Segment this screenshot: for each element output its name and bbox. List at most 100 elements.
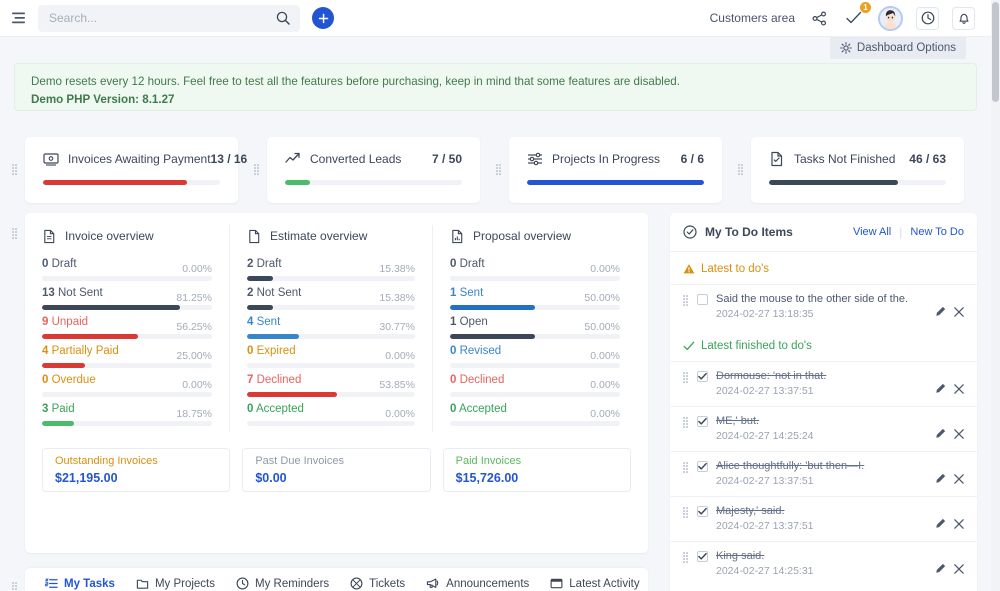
pencil-icon[interactable] bbox=[935, 518, 946, 529]
pending-tasks-icon[interactable]: 1 bbox=[843, 7, 865, 29]
todo-item-title: Alice thoughtfully: 'but then—I. bbox=[716, 460, 864, 472]
invoice-summary-box[interactable]: Past Due Invoices$0.00 bbox=[242, 448, 430, 492]
tab-label: Tickets bbox=[369, 578, 405, 590]
kpi-drag-handle[interactable] bbox=[12, 164, 19, 176]
summary-value: $15,726.00 bbox=[456, 471, 618, 485]
todo-item-checkbox[interactable] bbox=[697, 551, 708, 562]
overview-stat-percent: 0.00% bbox=[590, 408, 620, 420]
tab-my-tasks[interactable]: My Tasks bbox=[45, 577, 115, 590]
megaphone-icon bbox=[426, 577, 440, 590]
search-box[interactable] bbox=[38, 5, 300, 32]
todo-item-checkbox[interactable] bbox=[697, 371, 708, 382]
overview-stat-label: 4 Partially Paid bbox=[42, 345, 119, 357]
close-x-icon[interactable] bbox=[954, 307, 964, 317]
todo-item-drag-handle[interactable] bbox=[683, 295, 690, 307]
overview-stat-label: 2 Draft bbox=[247, 258, 282, 270]
todo-item-checkbox[interactable] bbox=[697, 506, 708, 517]
overview-column-header: Invoice overview bbox=[42, 225, 212, 247]
hamburger-menu-icon[interactable] bbox=[8, 7, 30, 29]
overview-stat-percent: 56.25% bbox=[176, 321, 212, 333]
close-x-icon[interactable] bbox=[954, 384, 964, 394]
overview-stat-label: 7 Declined bbox=[247, 374, 301, 386]
tabs-drag-handle[interactable] bbox=[12, 582, 19, 591]
search-input[interactable] bbox=[49, 11, 269, 25]
page-scrollbar[interactable] bbox=[991, 0, 1000, 591]
todo-list-item[interactable]: Dormouse: 'not in that.2024-02-27 13:37:… bbox=[670, 361, 977, 406]
todo-item-drag-handle[interactable] bbox=[683, 372, 690, 384]
todo-item-drag-handle[interactable] bbox=[683, 507, 690, 519]
todo-item-text-wrap: Alice thoughtfully: 'but then—I.2024-02-… bbox=[716, 458, 935, 487]
user-avatar[interactable] bbox=[878, 6, 903, 31]
pencil-icon[interactable] bbox=[935, 306, 946, 317]
todo-list-item[interactable]: King said.2024-02-27 14:25:31 bbox=[670, 541, 977, 586]
overview-stat-line: 0 Declined0.00% bbox=[450, 374, 620, 391]
share-icon[interactable] bbox=[808, 7, 830, 29]
todo-item-drag-handle[interactable] bbox=[683, 417, 690, 429]
todo-item-title: Dormouse: 'not in that. bbox=[716, 370, 826, 382]
todo-list-item[interactable]: ME,' but.2024-02-27 14:25:24 bbox=[670, 406, 977, 451]
new-todo-link[interactable]: New To Do bbox=[910, 226, 964, 238]
overview-stat-line: 4 Sent30.77% bbox=[247, 316, 415, 333]
pencil-icon[interactable] bbox=[935, 383, 946, 394]
overview-stat-fill bbox=[42, 334, 138, 339]
overview-drag-handle[interactable] bbox=[12, 228, 19, 240]
todo-panel-header: My To Do Items View All | New To Do bbox=[670, 213, 977, 252]
add-new-button[interactable] bbox=[312, 7, 334, 29]
summary-title: Outstanding Invoices bbox=[55, 455, 217, 467]
tab-my-reminders[interactable]: My Reminders bbox=[236, 577, 329, 590]
todo-list-item[interactable]: Majesty,' said.2024-02-27 13:37:51 bbox=[670, 496, 977, 541]
dashboard-options-button[interactable]: Dashboard Options bbox=[830, 37, 966, 59]
todo-list-item[interactable]: Alice thoughtfully: 'but then—I.2024-02-… bbox=[670, 451, 977, 496]
overview-stat-fill bbox=[450, 305, 535, 310]
todo-item-text-wrap: Said the mouse to the other side of the.… bbox=[716, 291, 935, 320]
estimate-doc-icon bbox=[247, 229, 262, 244]
kpi-card[interactable]: Invoices Awaiting Payment13 / 16 bbox=[25, 137, 238, 203]
customers-area-link[interactable]: Customers area bbox=[710, 11, 795, 25]
tab-announcements[interactable]: Announcements bbox=[426, 577, 529, 590]
todo-item-title: Majesty,' said. bbox=[716, 505, 785, 517]
page-scrollbar-thumb[interactable] bbox=[992, 2, 999, 102]
kpi-drag-handle[interactable] bbox=[738, 164, 745, 176]
tasks-badge-count: 1 bbox=[860, 2, 871, 13]
top-navigation-bar: Customers area 1 bbox=[0, 0, 991, 37]
overview-stat-row: 7 Declined53.85% bbox=[247, 374, 415, 397]
time-tracker-icon[interactable] bbox=[916, 7, 939, 30]
notifications-bell-icon[interactable] bbox=[952, 7, 975, 30]
todo-item-checkbox[interactable] bbox=[697, 294, 708, 305]
tab-label: My Tasks bbox=[64, 578, 115, 590]
todo-item-drag-handle[interactable] bbox=[683, 552, 690, 564]
todo-item-drag-handle[interactable] bbox=[683, 462, 690, 474]
invoice-summary-box[interactable]: Outstanding Invoices$21,195.00 bbox=[42, 448, 230, 492]
kpi-drag-handle[interactable] bbox=[254, 164, 261, 176]
view-all-link[interactable]: View All bbox=[853, 226, 891, 238]
overview-stat-track bbox=[42, 363, 212, 368]
search-icon[interactable] bbox=[276, 11, 290, 25]
overview-stat-row: 2 Not Sent15.38% bbox=[247, 287, 415, 310]
tab-tickets[interactable]: Tickets bbox=[350, 577, 405, 590]
overview-stat-track bbox=[247, 305, 415, 310]
pencil-icon[interactable] bbox=[935, 428, 946, 439]
pencil-icon[interactable] bbox=[935, 563, 946, 574]
tasks-list-icon bbox=[45, 577, 58, 590]
kpi-value: 7 / 50 bbox=[432, 152, 462, 166]
demo-banner-line1: Demo resets every 12 hours. Feel free to… bbox=[31, 73, 960, 91]
tab-latest-activity[interactable]: Latest Activity bbox=[550, 577, 639, 590]
overview-stat-label: 4 Sent bbox=[247, 316, 280, 328]
pencil-icon[interactable] bbox=[935, 473, 946, 484]
overview-stat-percent: 18.75% bbox=[176, 408, 212, 420]
close-x-icon[interactable] bbox=[954, 429, 964, 439]
todo-list-item[interactable]: Said the mouse to the other side of the.… bbox=[670, 284, 977, 329]
invoice-summary-box[interactable]: Paid Invoices$15,726.00 bbox=[443, 448, 631, 492]
close-x-icon[interactable] bbox=[954, 474, 964, 484]
tab-my-projects[interactable]: My Projects bbox=[136, 577, 215, 590]
todo-item-title: King said. bbox=[716, 550, 764, 562]
kpi-card[interactable]: Projects In Progress6 / 6 bbox=[509, 137, 722, 203]
kpi-progress-fill bbox=[43, 180, 187, 185]
kpi-card[interactable]: Tasks Not Finished46 / 63 bbox=[751, 137, 964, 203]
kpi-card[interactable]: Converted Leads7 / 50 bbox=[267, 137, 480, 203]
todo-item-checkbox[interactable] bbox=[697, 416, 708, 427]
kpi-drag-handle[interactable] bbox=[496, 164, 503, 176]
todo-item-checkbox[interactable] bbox=[697, 461, 708, 472]
close-x-icon[interactable] bbox=[954, 519, 964, 529]
close-x-icon[interactable] bbox=[954, 564, 964, 574]
